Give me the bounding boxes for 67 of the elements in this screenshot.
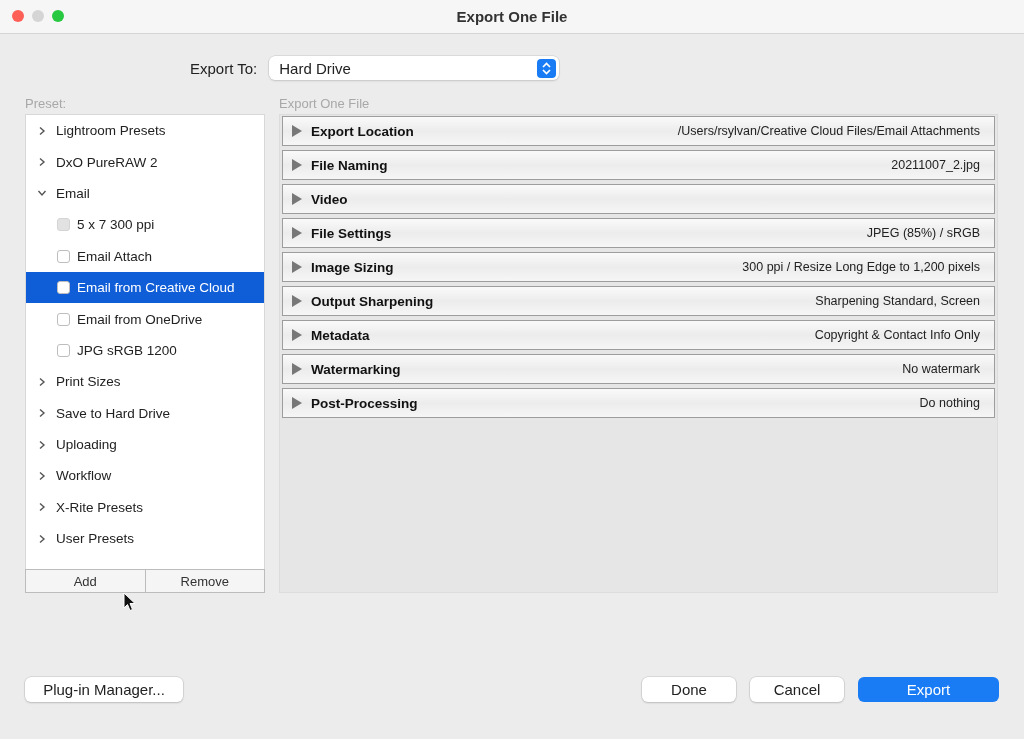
zoom-icon[interactable] <box>52 10 64 22</box>
disclosure-triangle-icon[interactable] <box>291 363 303 375</box>
disclosure-triangle-icon[interactable] <box>291 125 303 137</box>
preset-folder[interactable]: Print Sizes <box>26 366 264 398</box>
disclosure-triangle-icon[interactable] <box>291 227 303 239</box>
mouse-pointer-icon <box>123 592 136 612</box>
section-summary: /Users/rsylvan/Creative Cloud Files/Email Attachments <box>677 124 980 138</box>
preset-folder[interactable]: Uploading <box>26 428 264 461</box>
dialog-button[interactable]: Done <box>642 677 736 702</box>
chevron-icon[interactable] <box>38 533 46 544</box>
section-header[interactable]: Output Sharpening Sharpening Standard, Screen <box>282 286 995 316</box>
section-label: Export One File <box>279 96 371 112</box>
checkbox[interactable] <box>57 281 70 295</box>
preset-folder[interactable]: Email <box>26 177 264 210</box>
chevron-icon[interactable] <box>38 471 46 481</box>
preset-folder[interactable]: Lightroom Presets <box>26 115 264 147</box>
export-to-label: Export To: <box>190 59 258 77</box>
disclosure-triangle-icon[interactable] <box>291 261 303 273</box>
chevron-icon[interactable] <box>38 439 46 450</box>
add-button[interactable]: Add <box>25 569 146 593</box>
preset-item[interactable]: JPG sRGB 1200 <box>26 334 264 367</box>
section-summary: 300 ppi / Resize Long Edge to 1,200 pixels <box>742 260 980 274</box>
chevron-icon[interactable] <box>38 157 46 168</box>
chevron-icon[interactable] <box>38 408 46 419</box>
chevron-icon[interactable] <box>38 125 46 136</box>
checkbox[interactable] <box>57 249 70 263</box>
disclosure-triangle-icon[interactable] <box>291 295 303 307</box>
section-summary: JPEG (85%) / sRGB <box>866 226 980 240</box>
section-header[interactable]: File Naming 20211007_2.jpg <box>282 150 995 180</box>
chevron-icon[interactable] <box>37 189 47 198</box>
dialog-button[interactable]: Cancel <box>750 677 844 702</box>
disclosure-triangle-icon[interactable] <box>291 329 303 341</box>
section-header[interactable]: Image Sizing 300 ppi / Resize Long Edge to 1,200 pixels <box>282 252 995 282</box>
plugin-manager-button[interactable]: Plug-in Manager... <box>25 677 183 702</box>
section-summary: No watermark <box>902 362 980 376</box>
disclosure-triangle-icon[interactable] <box>291 193 303 205</box>
stepper-icon[interactable] <box>537 58 557 78</box>
preset-item[interactable]: Email Attach <box>26 240 264 272</box>
window-title: Export One File <box>456 8 568 25</box>
section-summary: Copyright & Contact Info Only <box>814 328 980 342</box>
export-button[interactable]: Export <box>858 677 999 702</box>
chevron-icon[interactable] <box>38 376 46 387</box>
preset-folder[interactable]: DxO PureRAW 2 <box>26 146 264 178</box>
chevron-icon[interactable] <box>38 502 46 513</box>
disclosure-triangle-icon[interactable] <box>291 397 303 409</box>
section-summary: Sharpening Standard, Screen <box>815 294 980 308</box>
preset-folder[interactable]: Workflow <box>26 460 264 492</box>
section-header[interactable]: Post-Processing Do nothing <box>282 388 995 418</box>
preset-label: Preset: <box>25 96 68 112</box>
section-header[interactable]: File Settings JPEG (85%) / sRGB <box>282 218 995 248</box>
destination-dropdown[interactable]: Hard Drive <box>269 56 560 80</box>
section-summary: Do nothing <box>919 396 980 410</box>
preset-item[interactable]: Email from OneDrive <box>26 303 264 335</box>
close-icon[interactable] <box>12 10 24 22</box>
section-header[interactable]: Watermarking No watermark <box>282 354 995 384</box>
preset-folder[interactable]: X-Rite Presets <box>26 491 264 524</box>
preset-folder[interactable]: Save to Hard Drive <box>26 397 264 429</box>
checkbox[interactable] <box>57 312 70 326</box>
section-header[interactable]: Metadata Copyright & Contact Info Only <box>282 320 995 350</box>
disclosure-triangle-icon[interactable] <box>291 159 303 171</box>
section-header[interactable]: Export Location /Users/rsylvan/Creative Cloud Files/Email Attachments <box>282 116 995 146</box>
preset-folder[interactable]: User Presets <box>26 523 264 555</box>
checkbox[interactable] <box>57 343 70 357</box>
section-summary: 20211007_2.jpg <box>891 158 980 172</box>
preset-item[interactable]: Email from Creative Cloud <box>26 271 264 304</box>
section-header[interactable]: Video <box>282 184 995 214</box>
remove-button[interactable]: Remove <box>145 569 265 593</box>
